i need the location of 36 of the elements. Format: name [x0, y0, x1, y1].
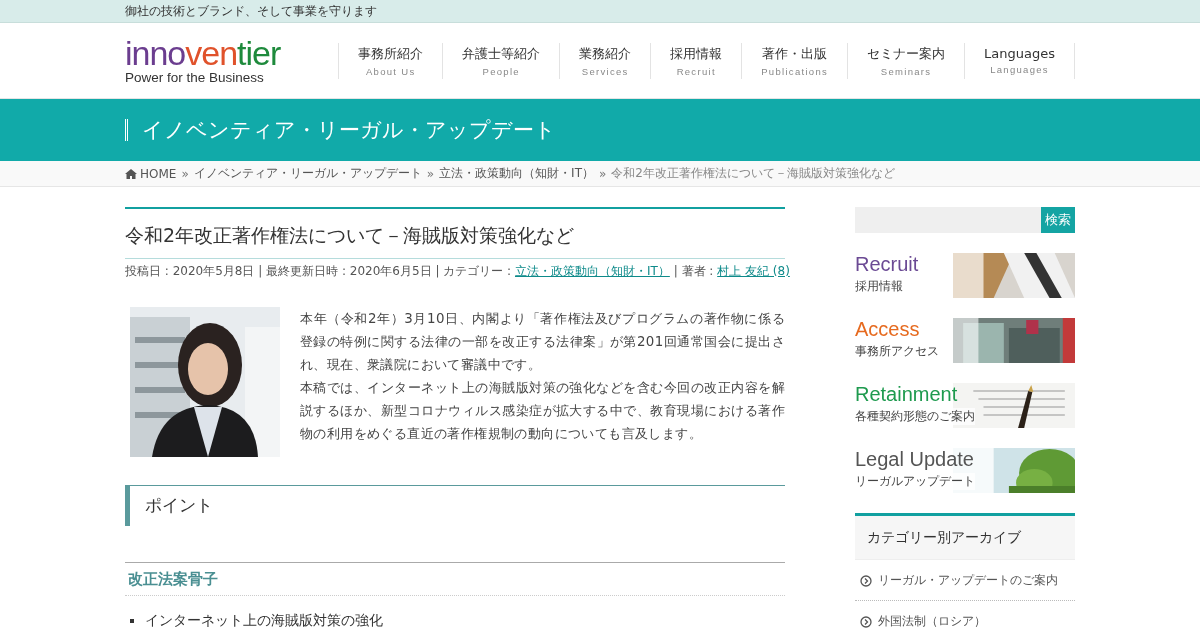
tagline: 御社の技術とブランド、そして事業を守ります: [125, 4, 377, 18]
section-heading: 改正法案骨子: [125, 562, 785, 596]
nav-item[interactable]: 採用情報 Recruit: [651, 42, 743, 79]
breadcrumb-separator: »: [426, 166, 435, 181]
intro-paragraph: 本年（令和2年）3月10日、内閣より「著作権法及びプログラムの著作物に係る登録の特例に関する法律の一部を改正する法律案」が第201回通常国会に提出され、現在、衆議院において審議中です。: [300, 310, 785, 374]
page-title: イノベンティア・リーガル・アップデート: [125, 119, 1075, 141]
breadcrumb-current: 令和2年改正著作権法について－海賊版対策強化など: [611, 165, 895, 182]
logo[interactable]: innoventier Power for the Business: [125, 36, 281, 85]
sidebar-banner[interactable]: Retainment 各種契約形態のご案内: [855, 383, 1075, 428]
sidebar-banner[interactable]: Access 事務所アクセス: [855, 318, 1075, 363]
archive-link[interactable]: 外国法制（ロシア）: [855, 601, 1075, 630]
meta-link[interactable]: 立法・政策動向（知財・IT）: [515, 264, 670, 278]
archive-link[interactable]: リーガル・アップデートのご案内: [855, 560, 1075, 601]
sidebar-banner[interactable]: Legal Update リーガルアップデート: [855, 448, 1075, 493]
nav-item[interactable]: Languages Languages: [965, 42, 1075, 79]
nav-item[interactable]: 業務紹介 Services: [560, 42, 652, 79]
bullet-text: インターネット上の海賊版対策の強化: [145, 612, 383, 630]
breadcrumb-separator: »: [181, 166, 189, 181]
home-icon: [125, 168, 137, 179]
nav-item[interactable]: 弁護士等紹介 People: [443, 42, 561, 79]
nav-item[interactable]: 著作・出版 Publications: [742, 42, 849, 79]
chevron-icon: [860, 574, 872, 587]
article-title: 令和2年改正著作権法について－海賊版対策強化など: [125, 207, 785, 259]
search-field[interactable]: [855, 207, 1041, 233]
intro-paragraph: 本稿では、インターネット上の海賊版対策の強化などを含む今回の改正内容を解説するほか、新型コロナウィルス感染症が拡大する中で、教育現場における著作物の利用をめぐる直近の著作権規制の動向についても言及します。: [300, 379, 785, 443]
point-heading: ポイント: [125, 485, 785, 526]
chevron-icon: [860, 615, 872, 628]
sidebar-banner[interactable]: Recruit 採用情報: [855, 253, 1075, 298]
breadcrumb-separator: »: [598, 166, 607, 181]
breadcrumb-link[interactable]: イノベンティア・リーガル・アップデート: [193, 165, 422, 182]
breadcrumb-link[interactable]: HOME: [140, 166, 177, 181]
nav-item[interactable]: 事務所紹介 About Us: [339, 42, 444, 79]
archive-heading: カテゴリー別アーカイブ: [855, 516, 1075, 560]
breadcrumb-link[interactable]: 立法・政策動向（知財・IT）: [439, 165, 594, 182]
nav-item[interactable]: セミナー案内 Seminars: [848, 42, 966, 79]
meta-link[interactable]: 村上 友紀 (8): [717, 264, 790, 278]
